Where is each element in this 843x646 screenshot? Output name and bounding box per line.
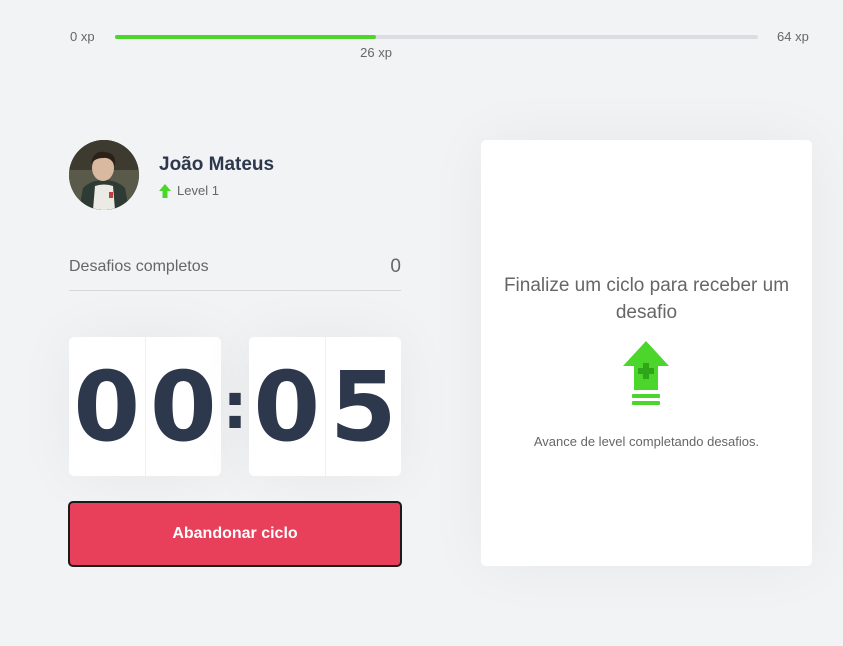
completed-challenges-label: Desafios completos xyxy=(69,258,209,275)
experience-bar: 0 xp 26 xp 64 xp xyxy=(0,0,843,70)
second-tens-digit: 0 xyxy=(249,337,326,476)
profile: João Mateus Level 1 xyxy=(69,140,401,210)
profile-name: João Mateus xyxy=(159,154,275,175)
countdown-minutes: 0 0 xyxy=(69,337,221,476)
level-up-arrow-icon xyxy=(159,183,171,198)
completed-challenges-count: 0 xyxy=(390,256,401,277)
countdown-separator: : xyxy=(222,369,248,444)
second-units-digit: 5 xyxy=(329,350,397,463)
profile-level: Level 1 xyxy=(159,183,219,198)
completed-challenges: Desafios completos 0 xyxy=(69,250,401,291)
challenge-box-description: Avance de level completando desafios. xyxy=(533,434,760,449)
xp-min-label: 0 xp xyxy=(70,29,95,44)
minute-units-digit: 0 xyxy=(149,350,217,463)
countdown: 0 0 : 0 5 xyxy=(69,337,401,476)
avatar xyxy=(69,140,139,210)
xp-track xyxy=(115,35,758,39)
countdown-seconds: 0 5 xyxy=(249,337,401,476)
challenge-box: Finalize um ciclo para receber um desafi… xyxy=(481,140,812,566)
abandon-cycle-button[interactable]: Abandonar ciclo xyxy=(68,501,402,567)
level-up-icon xyxy=(621,341,671,407)
challenge-box-title: Finalize um ciclo para receber um desafi… xyxy=(503,275,790,323)
xp-progress-fill xyxy=(115,35,377,39)
minute-tens-digit: 0 xyxy=(69,337,146,476)
xp-max-label: 64 xp xyxy=(777,29,809,44)
xp-current-label: 26 xp xyxy=(360,45,392,60)
level-label: Level 1 xyxy=(177,183,219,198)
